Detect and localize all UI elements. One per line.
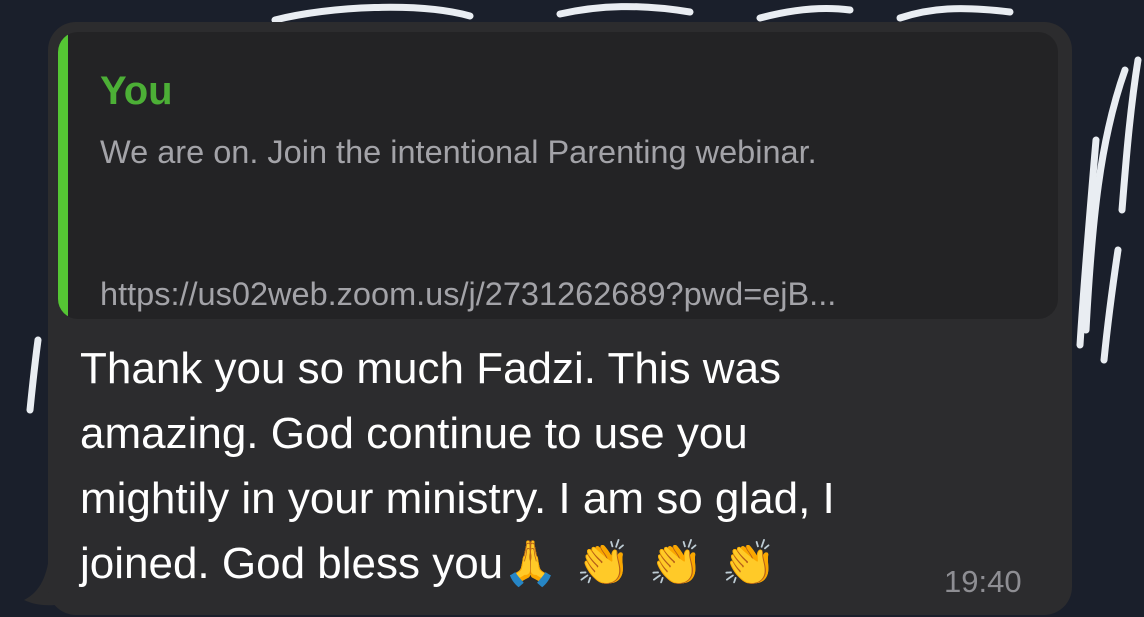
clap-emoji-icon: 👏 (721, 538, 777, 589)
quoted-author: You (100, 69, 173, 113)
message-line: joined. God bless you🙏 👏 👏 👏 (80, 531, 980, 596)
quote-accent-bar (58, 32, 68, 319)
quoted-text: We are on. Join the intentional Parentin… (100, 134, 817, 170)
message-line: amazing. God continue to use you (80, 409, 748, 458)
message-line: Thank you so much Fadzi. This was (80, 344, 782, 393)
message-line: mightily in your ministry. I am so glad,… (80, 474, 835, 523)
quoted-link[interactable]: https://us02web.zoom.us/j/2731262689?pwd… (100, 274, 1050, 314)
message-line-text: joined. God bless you (80, 539, 504, 588)
quoted-message[interactable]: You We are on. Join the intentional Pare… (58, 32, 1058, 319)
message-timestamp: 19:40 (944, 564, 1022, 599)
clap-emoji-icon: 👏 (648, 538, 704, 589)
message-text: Thank you so much Fadzi. This was amazin… (80, 336, 980, 596)
pray-emoji-icon: 🙏 (503, 538, 558, 589)
clap-emoji-icon: 👏 (575, 538, 631, 589)
